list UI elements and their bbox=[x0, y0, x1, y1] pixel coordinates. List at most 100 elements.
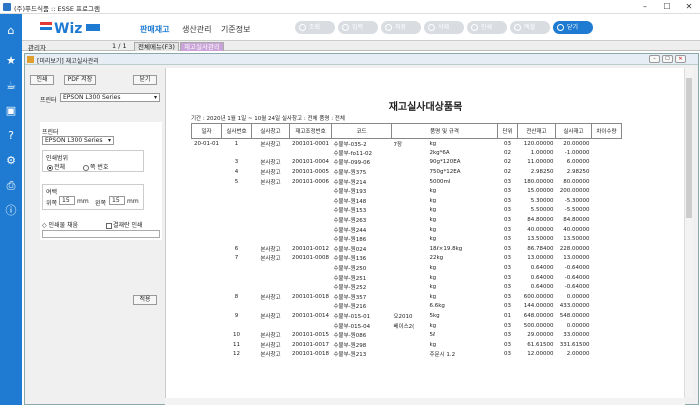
close-button[interactable]: 닫기 bbox=[553, 21, 593, 34]
fit-option[interactable]: ◇ 인쇄물 채움 bbox=[42, 220, 78, 229]
menu-sales-stock[interactable]: 판매재고 bbox=[140, 24, 169, 35]
range-all-radio[interactable]: 전체 bbox=[47, 162, 65, 171]
table-cell: 200101-0017 bbox=[292, 341, 329, 348]
dialog-minimize-icon[interactable]: – bbox=[649, 55, 660, 63]
table-cell: 200.00000 bbox=[559, 188, 590, 195]
box-icon[interactable]: ▣ bbox=[4, 104, 18, 118]
table-cell bbox=[392, 186, 428, 196]
table-cell: 500.00000 bbox=[523, 322, 554, 329]
table-cell bbox=[192, 254, 222, 264]
table-cell bbox=[192, 186, 222, 196]
table-cell: kg bbox=[429, 274, 437, 281]
table-cell-pad bbox=[592, 254, 622, 264]
table-cell bbox=[222, 273, 252, 283]
table-cell bbox=[252, 225, 290, 235]
table-cell: 5ℓ bbox=[429, 332, 436, 339]
excel-icon bbox=[514, 24, 521, 31]
print-icon[interactable]: ⎙ bbox=[4, 179, 18, 193]
table-cell bbox=[252, 263, 290, 273]
table-cell: 수불부-원252 bbox=[333, 285, 367, 292]
delete-button[interactable]: 삭제 bbox=[424, 21, 464, 34]
table-cell: 10 bbox=[233, 332, 240, 339]
excel-label: 엑셀 bbox=[524, 24, 536, 31]
report-title: 재고실사대상품목 bbox=[388, 102, 463, 113]
table-cell: 5.30000 bbox=[530, 197, 554, 204]
table-cell: 29.00000 bbox=[527, 332, 554, 339]
top-margin-input[interactable]: 15 bbox=[59, 196, 75, 205]
dialog-close-icon[interactable]: ✕ bbox=[675, 55, 686, 63]
star-icon[interactable]: ★ bbox=[4, 54, 18, 68]
table-cell: 수불부-원216 bbox=[333, 304, 367, 311]
table-cell-pad bbox=[592, 158, 622, 168]
table-cell: 600.00000 bbox=[523, 293, 554, 300]
menu-master-data[interactable]: 기준정보 bbox=[221, 24, 250, 35]
printer2-select[interactable]: EPSON L300 Series bbox=[42, 136, 114, 145]
input-button[interactable]: 입력 bbox=[338, 21, 378, 34]
scroll-thumb[interactable] bbox=[686, 78, 692, 218]
close-icon[interactable]: ✕ bbox=[678, 0, 700, 14]
horizontal-scrollbar[interactable] bbox=[165, 398, 685, 405]
table-cell bbox=[290, 215, 332, 225]
table-cell: 2kg*6A bbox=[429, 149, 450, 156]
table-cell: kg bbox=[429, 284, 437, 291]
table-cell bbox=[222, 148, 252, 158]
table-row: 수불부-원252 kg 03 0.64000 -0.64000 bbox=[192, 282, 622, 292]
table-cell: kg bbox=[429, 322, 437, 329]
col-warehouse: 실사창고 bbox=[251, 123, 290, 139]
excel-button[interactable]: 엑셀 bbox=[510, 21, 550, 34]
apply-button[interactable]: 적용 bbox=[133, 295, 157, 305]
left-margin-input[interactable]: 15 bbox=[109, 196, 125, 205]
range-page-radio[interactable]: 쪽 번호 bbox=[83, 162, 108, 171]
table-cell bbox=[192, 340, 222, 350]
tab-all-menu[interactable]: 전체메뉴(F3) bbox=[134, 42, 179, 51]
dialog-icon bbox=[27, 56, 34, 63]
info-icon[interactable]: ⓘ bbox=[4, 204, 18, 218]
table-cell-pad bbox=[592, 302, 622, 312]
dialog-close-button[interactable]: 닫기 bbox=[133, 75, 157, 85]
table-cell: 03 bbox=[504, 188, 511, 195]
table-cell: 13.00000 bbox=[563, 255, 590, 262]
search-button[interactable]: 조회 bbox=[295, 21, 335, 34]
table-cell: -1.00000 bbox=[564, 149, 590, 156]
table-row: 3 본사창고 200101-0004 수불부-099-06 90g*120EA 02 11.… bbox=[192, 158, 622, 168]
table-cell: 수불부-원263 bbox=[333, 218, 367, 225]
minimize-icon[interactable]: – bbox=[634, 0, 656, 14]
table-cell bbox=[392, 225, 428, 235]
printer-select[interactable]: EPSON L300 Series bbox=[60, 93, 160, 102]
table-cell: 11.00000 bbox=[527, 159, 554, 166]
cup-icon[interactable]: ☕ bbox=[4, 79, 18, 93]
fit-input[interactable] bbox=[42, 230, 160, 238]
save-button[interactable]: 저장 bbox=[381, 21, 421, 34]
table-cell bbox=[392, 234, 428, 244]
dialog-maximize-icon[interactable]: ☐ bbox=[662, 55, 673, 63]
print-button[interactable]: 인쇄 bbox=[467, 21, 507, 34]
table-cell: 433.00000 bbox=[559, 303, 590, 310]
table-cell bbox=[290, 186, 332, 196]
table-cell: 03 bbox=[504, 284, 511, 291]
table-cell: 본사창고 bbox=[260, 342, 281, 349]
vertical-scrollbar[interactable] bbox=[684, 68, 693, 398]
table-cell bbox=[252, 273, 290, 283]
table-cell bbox=[222, 263, 252, 273]
table-cell-pad bbox=[592, 273, 622, 283]
help-icon[interactable]: ? bbox=[4, 129, 18, 143]
print-dialog-button[interactable]: 인쇄 bbox=[30, 75, 54, 85]
pdf-save-button[interactable]: PDF 저장 bbox=[64, 75, 96, 85]
table-cell: kg bbox=[429, 236, 437, 243]
table-cell: 9 bbox=[234, 312, 239, 319]
table-cell bbox=[392, 263, 428, 273]
table-cell bbox=[392, 340, 428, 350]
table-cell: 6 bbox=[234, 245, 239, 252]
table-cell: 144.00000 bbox=[523, 303, 554, 310]
approval-checkbox[interactable]: 결재란 인쇄 bbox=[106, 220, 143, 229]
tab-stock-audit[interactable]: 재고실사관리 bbox=[180, 42, 224, 51]
gear-icon[interactable]: ⚙ bbox=[4, 154, 18, 168]
maximize-icon[interactable]: ☐ bbox=[656, 0, 678, 14]
range-all-label: 전체 bbox=[54, 164, 66, 171]
home-icon[interactable]: ⌂ bbox=[4, 24, 18, 38]
table-cell: 750g*12EA bbox=[429, 169, 461, 176]
menu-production[interactable]: 생산관리 bbox=[182, 24, 211, 35]
table-cell bbox=[392, 244, 428, 254]
table-cell: 40.00000 bbox=[527, 226, 554, 233]
table-cell bbox=[192, 263, 222, 273]
